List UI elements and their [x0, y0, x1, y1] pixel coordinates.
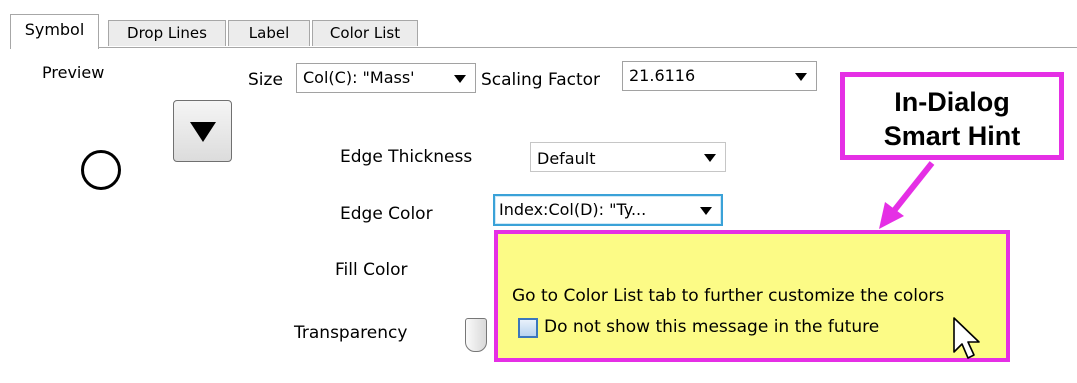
mouse-cursor-icon [953, 317, 980, 359]
callout-arrow [879, 161, 935, 229]
annotation-overlay [879, 161, 980, 359]
tab-symbol[interactable]: Symbol [10, 14, 99, 49]
